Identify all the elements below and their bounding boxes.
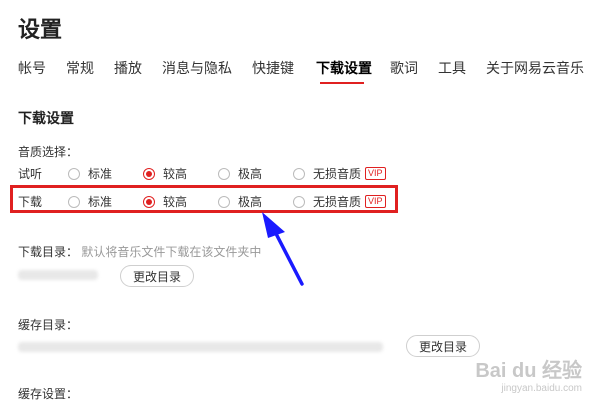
tab-shortcuts[interactable]: 快捷键: [252, 58, 294, 78]
radio-icon: [68, 167, 80, 180]
download-dir-hint: 默认将音乐文件下载在该文件夹中: [81, 245, 262, 259]
download-dir-path: [18, 270, 98, 280]
download-dir-row: 下载目录： 默认将音乐文件下载在该文件夹中: [18, 243, 261, 260]
vip-badge: VIP: [365, 167, 386, 180]
cache-dir-path: [18, 342, 383, 352]
change-download-dir-button[interactable]: 更改目录: [120, 265, 195, 287]
preview-option-extreme[interactable]: 极高: [218, 165, 262, 182]
page-title: 设置: [18, 17, 63, 42]
tab-tools[interactable]: 工具: [438, 58, 466, 78]
preview-row-label: 试听: [18, 167, 43, 181]
preview-option-higher[interactable]: 较高: [143, 165, 187, 182]
quality-label: 音质选择：: [18, 145, 79, 159]
tab-account[interactable]: 帐号: [18, 58, 46, 78]
watermark-url: jingyan.baidu.com: [501, 383, 582, 394]
radio-icon: [293, 167, 305, 180]
radio-selected-icon: [143, 167, 155, 180]
highlight-box: [10, 185, 398, 213]
preview-option-lossless[interactable]: 无损音质 VIP: [293, 165, 386, 182]
watermark-brand: Bai du 经验: [475, 360, 582, 382]
preview-option-standard[interactable]: 标准: [68, 165, 112, 182]
tab-playback[interactable]: 播放: [114, 58, 142, 78]
download-dir-label: 下载目录：: [18, 245, 79, 259]
tab-general[interactable]: 常规: [66, 58, 94, 78]
radio-icon: [218, 167, 230, 180]
change-cache-dir-button[interactable]: 更改目录: [406, 335, 481, 357]
tab-lyrics[interactable]: 歌词: [390, 58, 418, 78]
watermark: Bai du 经验 jingyan.baidu.com: [475, 354, 582, 394]
tab-privacy[interactable]: 消息与隐私: [162, 58, 232, 78]
cache-settings-label: 缓存设置：: [18, 387, 79, 401]
active-tab-underline: [320, 82, 364, 84]
tab-download-settings[interactable]: 下载设置: [316, 58, 372, 78]
cache-dir-label: 缓存目录：: [18, 318, 79, 332]
tab-about[interactable]: 关于网易云音乐: [486, 58, 584, 78]
settings-tabs: 帐号 常规 播放 消息与隐私 快捷键 下载设置 歌词 工具 关于网易云音乐: [0, 58, 600, 88]
download-section-title: 下载设置: [18, 110, 74, 126]
